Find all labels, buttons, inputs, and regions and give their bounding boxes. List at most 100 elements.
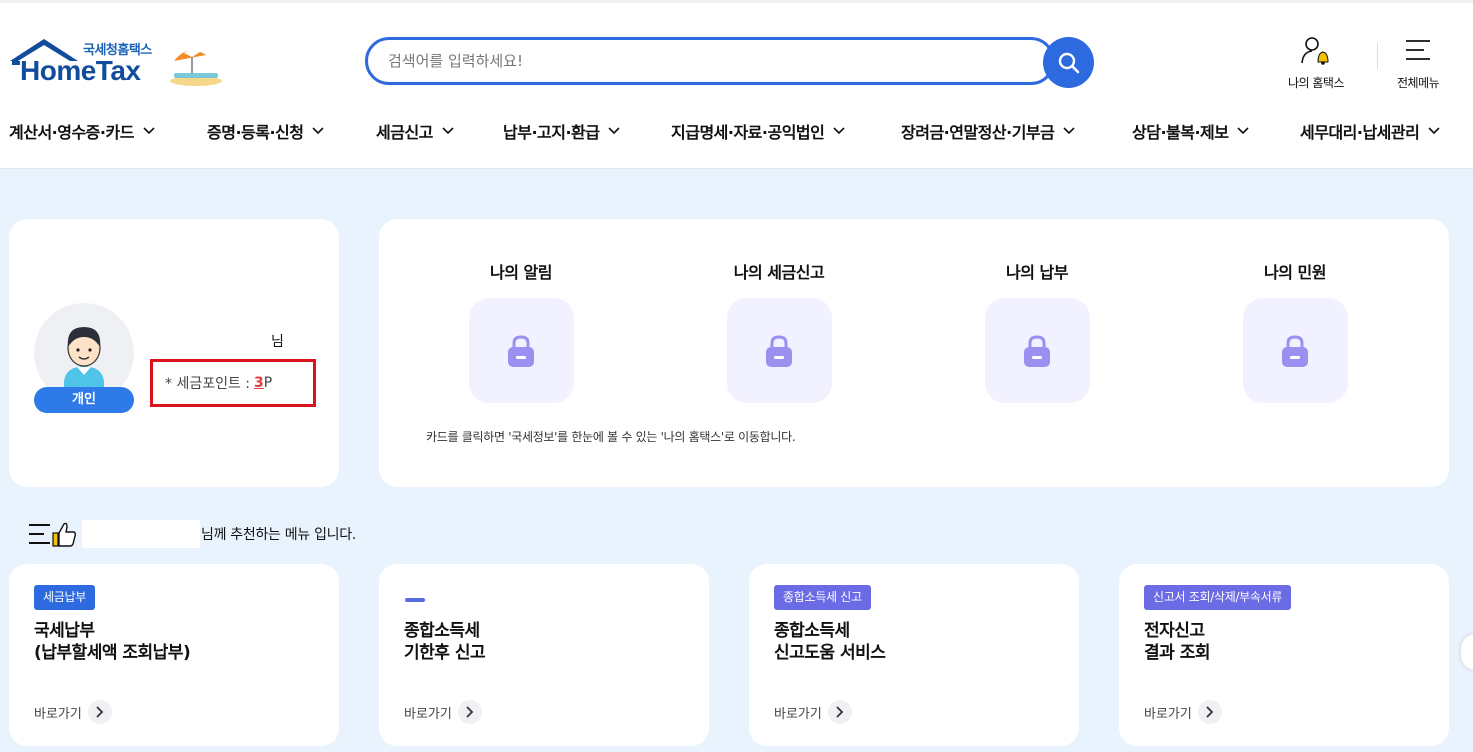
menu-card-title-line1: 종합소득세: [774, 621, 850, 641]
tax-points-unit: P: [263, 375, 273, 391]
menu-card-title: 전자신고 결과 조회: [1144, 620, 1210, 664]
nav-item-consultation[interactable]: 상담·불복·제보: [1132, 119, 1250, 143]
search-box: [365, 37, 1055, 85]
nav-item-tax-agent[interactable]: 세무대리·납세관리: [1300, 119, 1440, 143]
menu-card-title-line2: (납부할세액 조회납부): [34, 643, 191, 663]
goto-link[interactable]: 바로가기: [34, 700, 112, 724]
my-notifications[interactable]: 나의 알림: [451, 259, 591, 403]
goto-label: 바로가기: [1144, 706, 1192, 722]
hamburger-menu-icon: [1406, 40, 1431, 60]
user-type-badge: 개인: [34, 387, 134, 413]
all-menu-button[interactable]: 전체메뉴: [1397, 35, 1440, 91]
chevron-right-icon: [457, 700, 482, 724]
chevron-right-icon: [87, 700, 112, 724]
my-hometax-label: 나의 홈택스: [1288, 76, 1345, 90]
user-name-masked: [82, 520, 200, 548]
search-button[interactable]: [1043, 37, 1094, 88]
nav-label: 장려금·연말정산·기부금: [901, 123, 1055, 142]
goto-label: 바로가기: [774, 706, 822, 722]
goto-label: 바로가기: [34, 706, 82, 722]
hometax-logo[interactable]: 국세청홈택스 HomeTax: [8, 37, 223, 89]
goto-link[interactable]: 바로가기: [774, 700, 852, 724]
recommend-header: 님께 추천하는 메뉴 입니다.: [28, 519, 356, 549]
my-civil-affairs-title: 나의 민원: [1264, 263, 1326, 282]
my-civil-affairs[interactable]: 나의 민원: [1225, 259, 1365, 403]
header: 국세청홈택스 HomeTax 나의 홈택스: [0, 0, 1473, 169]
search-input[interactable]: [388, 48, 1028, 74]
recommend-menu-icon: [29, 522, 77, 547]
chevron-down-icon: [1063, 127, 1075, 135]
main-nav: 계산서·영수증·카드 증명·등록·신청 세금신고 납부·고지·환급 지급명세·자…: [0, 115, 1473, 147]
user-bell-icon: [1301, 37, 1329, 65]
lock-icon: [1024, 334, 1050, 367]
carousel-next-button[interactable]: [1461, 634, 1473, 670]
my-tax-reports-title: 나의 세금신고: [733, 263, 825, 282]
menu-card-title-line2: 신고도움 서비스: [774, 643, 886, 663]
my-payments-title: 나의 납부: [1006, 263, 1068, 282]
tax-points-value[interactable]: 3: [254, 375, 264, 391]
nav-item-certificate[interactable]: 증명·등록·신청: [207, 119, 325, 143]
nav-item-invoice[interactable]: 계산서·영수증·카드: [9, 119, 155, 143]
nav-label: 세무대리·납세관리: [1300, 123, 1420, 142]
search-icon: [1058, 52, 1079, 73]
my-notifications-card[interactable]: [468, 298, 574, 403]
tax-points[interactable]: * 세금포인트 : 3P: [150, 359, 316, 407]
profile-card: 개인 님 * 세금포인트 : 3P: [9, 219, 339, 487]
menu-card-title: 국세납부 (납부할세액 조회납부): [34, 620, 191, 664]
menu-card-title-line1: 국세납부: [34, 621, 95, 641]
all-menu-label: 전체메뉴: [1397, 76, 1440, 90]
menu-card-title-line2: 기한후 신고: [404, 643, 486, 663]
menu-card-title-line1: 종합소득세: [404, 621, 480, 641]
nav-label: 지급명세·자료·공익법인: [671, 123, 825, 142]
user-name-suffix: 님: [271, 334, 284, 350]
my-civil-affairs-card[interactable]: [1242, 298, 1348, 403]
nav-label: 납부·고지·환급: [503, 123, 600, 142]
menu-card-title: 종합소득세 신고도움 서비스: [774, 620, 886, 664]
menu-card-report-help[interactable]: 종합소득세 신고 종합소득세 신고도움 서비스 바로가기: [749, 564, 1079, 746]
lock-icon: [508, 334, 534, 367]
menu-card-title-line2: 결과 조회: [1144, 643, 1210, 663]
goto-link[interactable]: 바로가기: [1144, 700, 1222, 724]
menu-card-tag: 신고서 조회/삭제/부속서류: [1144, 585, 1292, 610]
nav-label: 증명·등록·신청: [207, 123, 304, 142]
my-payments[interactable]: 나의 납부: [967, 259, 1107, 403]
recommend-text: 님께 추천하는 메뉴 입니다.: [201, 527, 356, 543]
nav-label: 상담·불복·제보: [1132, 123, 1229, 142]
chevron-right-icon: [1197, 700, 1222, 724]
my-hometax-panel: 나의 알림 나의 세금신고 나의 납부 나의 민원 카드를 클릭하면 '국세정보…: [379, 219, 1449, 487]
lock-icon: [1282, 334, 1308, 367]
chevron-down-icon: [833, 127, 845, 135]
chevron-down-icon: [1428, 127, 1440, 135]
nav-label: 세금신고: [376, 123, 433, 142]
menu-card-accent: [405, 598, 425, 602]
chevron-right-icon: [827, 700, 852, 724]
menu-card-title: 종합소득세 기한후 신고: [404, 620, 486, 664]
menu-card-title-line1: 전자신고: [1144, 621, 1205, 641]
my-tax-reports-card[interactable]: [726, 298, 832, 403]
nav-item-tax-report[interactable]: 세금신고: [376, 119, 454, 143]
my-tax-reports[interactable]: 나의 세금신고: [709, 259, 849, 403]
my-payments-card[interactable]: [984, 298, 1090, 403]
my-notifications-title: 나의 알림: [490, 263, 552, 282]
nav-item-incentive[interactable]: 장려금·연말정산·기부금: [901, 119, 1075, 143]
menu-card-tax-payment[interactable]: 세금납부 국세납부 (납부할세액 조회납부) 바로가기: [9, 564, 339, 746]
chevron-down-icon: [143, 127, 155, 135]
menu-card-e-filing-result[interactable]: 신고서 조회/삭제/부속서류 전자신고 결과 조회 바로가기: [1119, 564, 1449, 746]
my-hometax-note: 카드를 클릭하면 '국세정보'를 한눈에 볼 수 있는 '나의 홈택스'로 이동…: [426, 430, 796, 444]
menu-card-tag: 세금납부: [34, 585, 95, 610]
logo-title: HomeTax: [20, 55, 141, 86]
chevron-down-icon: [312, 127, 325, 135]
divider: [1377, 43, 1378, 69]
chevron-down-icon: [608, 127, 621, 135]
goto-link[interactable]: 바로가기: [404, 700, 482, 724]
tax-points-label: * 세금포인트 :: [165, 376, 251, 392]
nav-item-statements[interactable]: 지급명세·자료·공익법인: [671, 119, 845, 143]
my-hometax-button[interactable]: 나의 홈택스: [1288, 35, 1345, 91]
chevron-down-icon: [1237, 127, 1250, 135]
goto-label: 바로가기: [404, 706, 452, 722]
beach-umbrella-icon: [170, 49, 222, 86]
lock-icon: [766, 334, 792, 367]
chevron-down-icon: [442, 127, 454, 135]
nav-item-payment[interactable]: 납부·고지·환급: [503, 119, 621, 143]
menu-card-late-report[interactable]: 종합소득세 기한후 신고 바로가기: [379, 564, 709, 746]
